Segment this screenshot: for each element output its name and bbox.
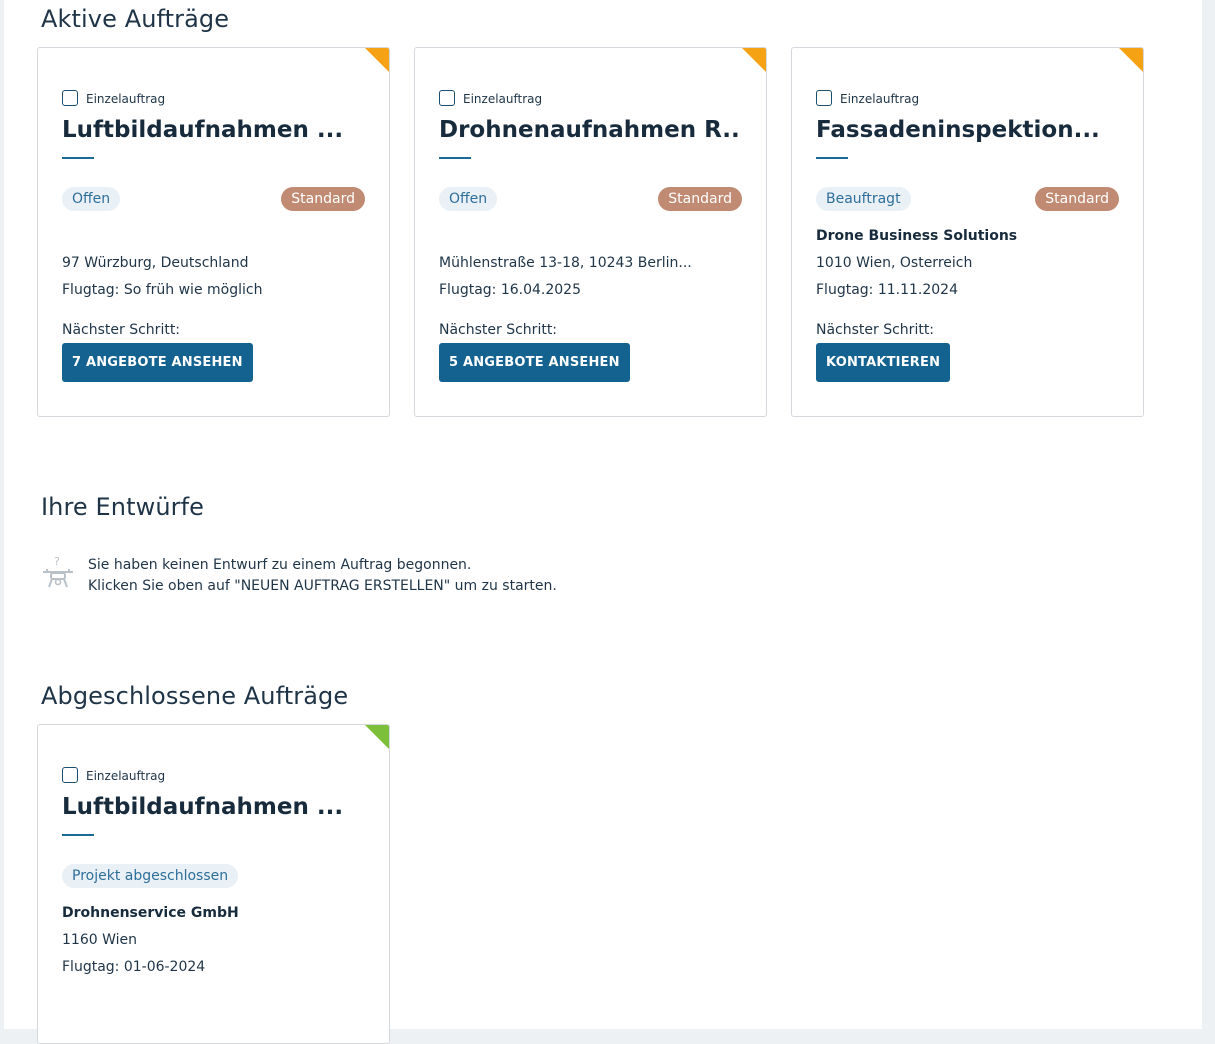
completed-order-card[interactable]: Einzelauftrag Luftbildaufnahmen ... Proj…	[37, 724, 390, 1044]
provider-name: Drone Business Solutions	[816, 228, 1018, 244]
status-corner-marker	[365, 725, 389, 749]
order-type-row: Einzelauftrag	[62, 766, 165, 783]
select-order-checkbox[interactable]	[62, 766, 78, 783]
order-type-label: Einzelauftrag	[463, 92, 543, 106]
select-order-checkbox[interactable]	[439, 89, 455, 106]
drafts-empty-state: ? Sie haben keinen Entwurf zu einem Auft…	[41, 555, 557, 597]
order-card[interactable]: Einzelauftrag Luftbildaufnahmen ... Offe…	[37, 47, 390, 417]
drafts-empty-line-2: Klicken Sie oben auf "NEUEN AUFTRAG ERST…	[88, 578, 557, 594]
order-address: Mühlenstraße 13-18, 10243 Berlin...	[439, 255, 692, 271]
dashboard-page: Aktive Aufträge Einzelauftrag Luftbildau…	[0, 0, 1202, 1044]
order-flight-day: Flugtag: 11.11.2024	[816, 282, 958, 298]
status-badge: Beauftragt	[816, 187, 911, 211]
order-address: 1160 Wien	[62, 932, 137, 948]
order-flight-day: Flugtag: So früh wie möglich	[62, 282, 263, 298]
order-title[interactable]: Drohnenaufnahmen R...	[439, 117, 739, 143]
view-offers-button[interactable]: 5 ANGEBOTE ANSEHEN	[439, 343, 630, 382]
order-type-label: Einzelauftrag	[86, 92, 166, 106]
title-underline	[439, 157, 471, 159]
order-title[interactable]: Luftbildaufnahmen ...	[62, 794, 362, 820]
view-offers-button[interactable]: 7 ANGEBOTE ANSEHEN	[62, 343, 253, 382]
select-order-checkbox[interactable]	[62, 89, 78, 106]
title-underline	[816, 157, 848, 159]
tier-badge: Standard	[281, 187, 365, 211]
order-type-row: Einzelauftrag	[62, 89, 165, 106]
contact-button[interactable]: KONTAKTIEREN	[816, 343, 951, 382]
next-step-label: Nächster Schritt:	[62, 322, 181, 338]
order-card[interactable]: Einzelauftrag Fassadeninspektion... Beau…	[791, 47, 1144, 417]
drafts-heading: Ihre Entwürfe	[41, 493, 205, 521]
title-underline	[62, 157, 94, 159]
order-card[interactable]: Einzelauftrag Drohnenaufnahmen R... Offe…	[414, 47, 767, 417]
tier-badge: Standard	[658, 187, 742, 211]
status-corner-marker	[365, 48, 389, 72]
next-step-label: Nächster Schritt:	[439, 322, 558, 338]
order-flight-day: Flugtag: 01-06-2024	[62, 959, 206, 975]
order-type-label: Einzelauftrag	[840, 92, 920, 106]
status-corner-marker	[1119, 48, 1143, 72]
order-title[interactable]: Luftbildaufnahmen ...	[62, 117, 362, 143]
status-badge: Projekt abgeschlossen	[62, 864, 239, 888]
order-address: 1010 Wien, Österreich	[816, 255, 973, 271]
next-step-label: Nächster Schritt:	[816, 322, 935, 338]
drafts-empty-message: Sie haben keinen Entwurf zu einem Auftra…	[88, 555, 557, 597]
status-corner-marker	[742, 48, 766, 72]
active-orders-heading: Aktive Aufträge	[41, 5, 230, 33]
select-order-checkbox[interactable]	[816, 89, 832, 106]
drafts-empty-line-1: Sie haben keinen Entwurf zu einem Auftra…	[88, 557, 472, 573]
completed-orders-heading: Abgeschlossene Aufträge	[41, 682, 349, 710]
drone-question-icon: ?	[43, 555, 73, 588]
status-badge: Offen	[439, 187, 498, 211]
order-type-row: Einzelauftrag	[816, 89, 919, 106]
tier-badge: Standard	[1035, 187, 1119, 211]
title-underline	[62, 834, 94, 836]
order-type-row: Einzelauftrag	[439, 89, 542, 106]
order-title[interactable]: Fassadeninspektion...	[816, 117, 1116, 143]
order-type-label: Einzelauftrag	[86, 769, 166, 783]
status-badge: Offen	[62, 187, 121, 211]
svg-text:?: ?	[54, 555, 60, 568]
order-address: 97 Würzburg, Deutschland	[62, 255, 249, 271]
order-flight-day: Flugtag: 16.04.2025	[439, 282, 581, 298]
provider-name: Drohnenservice GmbH	[62, 905, 239, 921]
